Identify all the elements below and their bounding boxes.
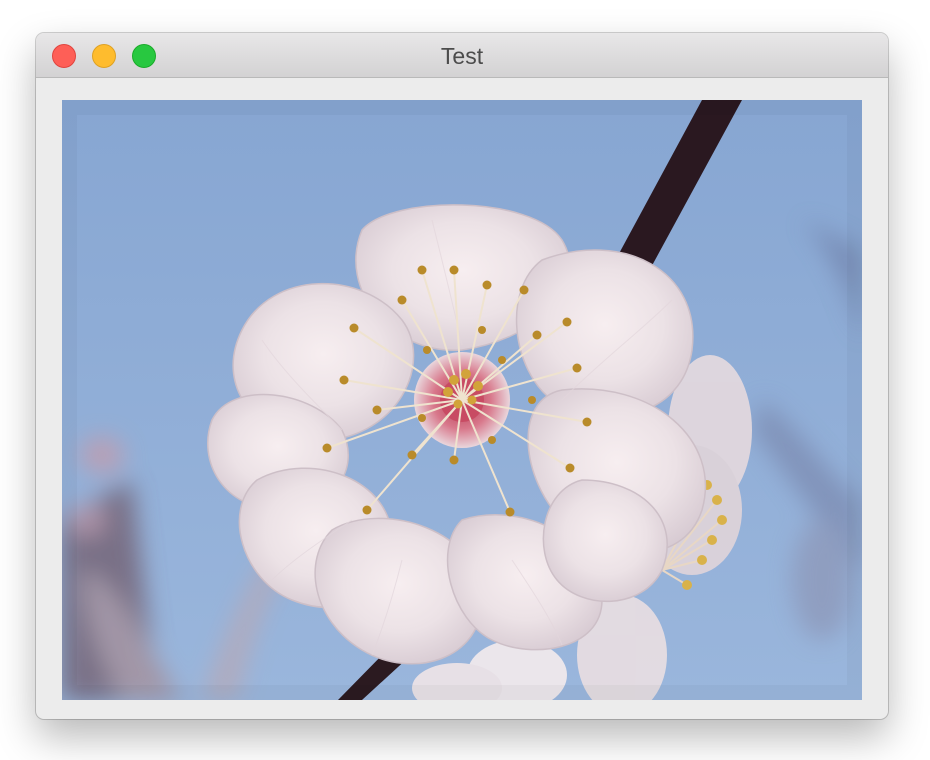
image-view: [62, 100, 862, 700]
blossom-photo: [62, 100, 862, 700]
title-bar[interactable]: Test: [36, 33, 888, 78]
window-title: Test: [440, 43, 484, 69]
app-window: Test: [36, 33, 888, 719]
